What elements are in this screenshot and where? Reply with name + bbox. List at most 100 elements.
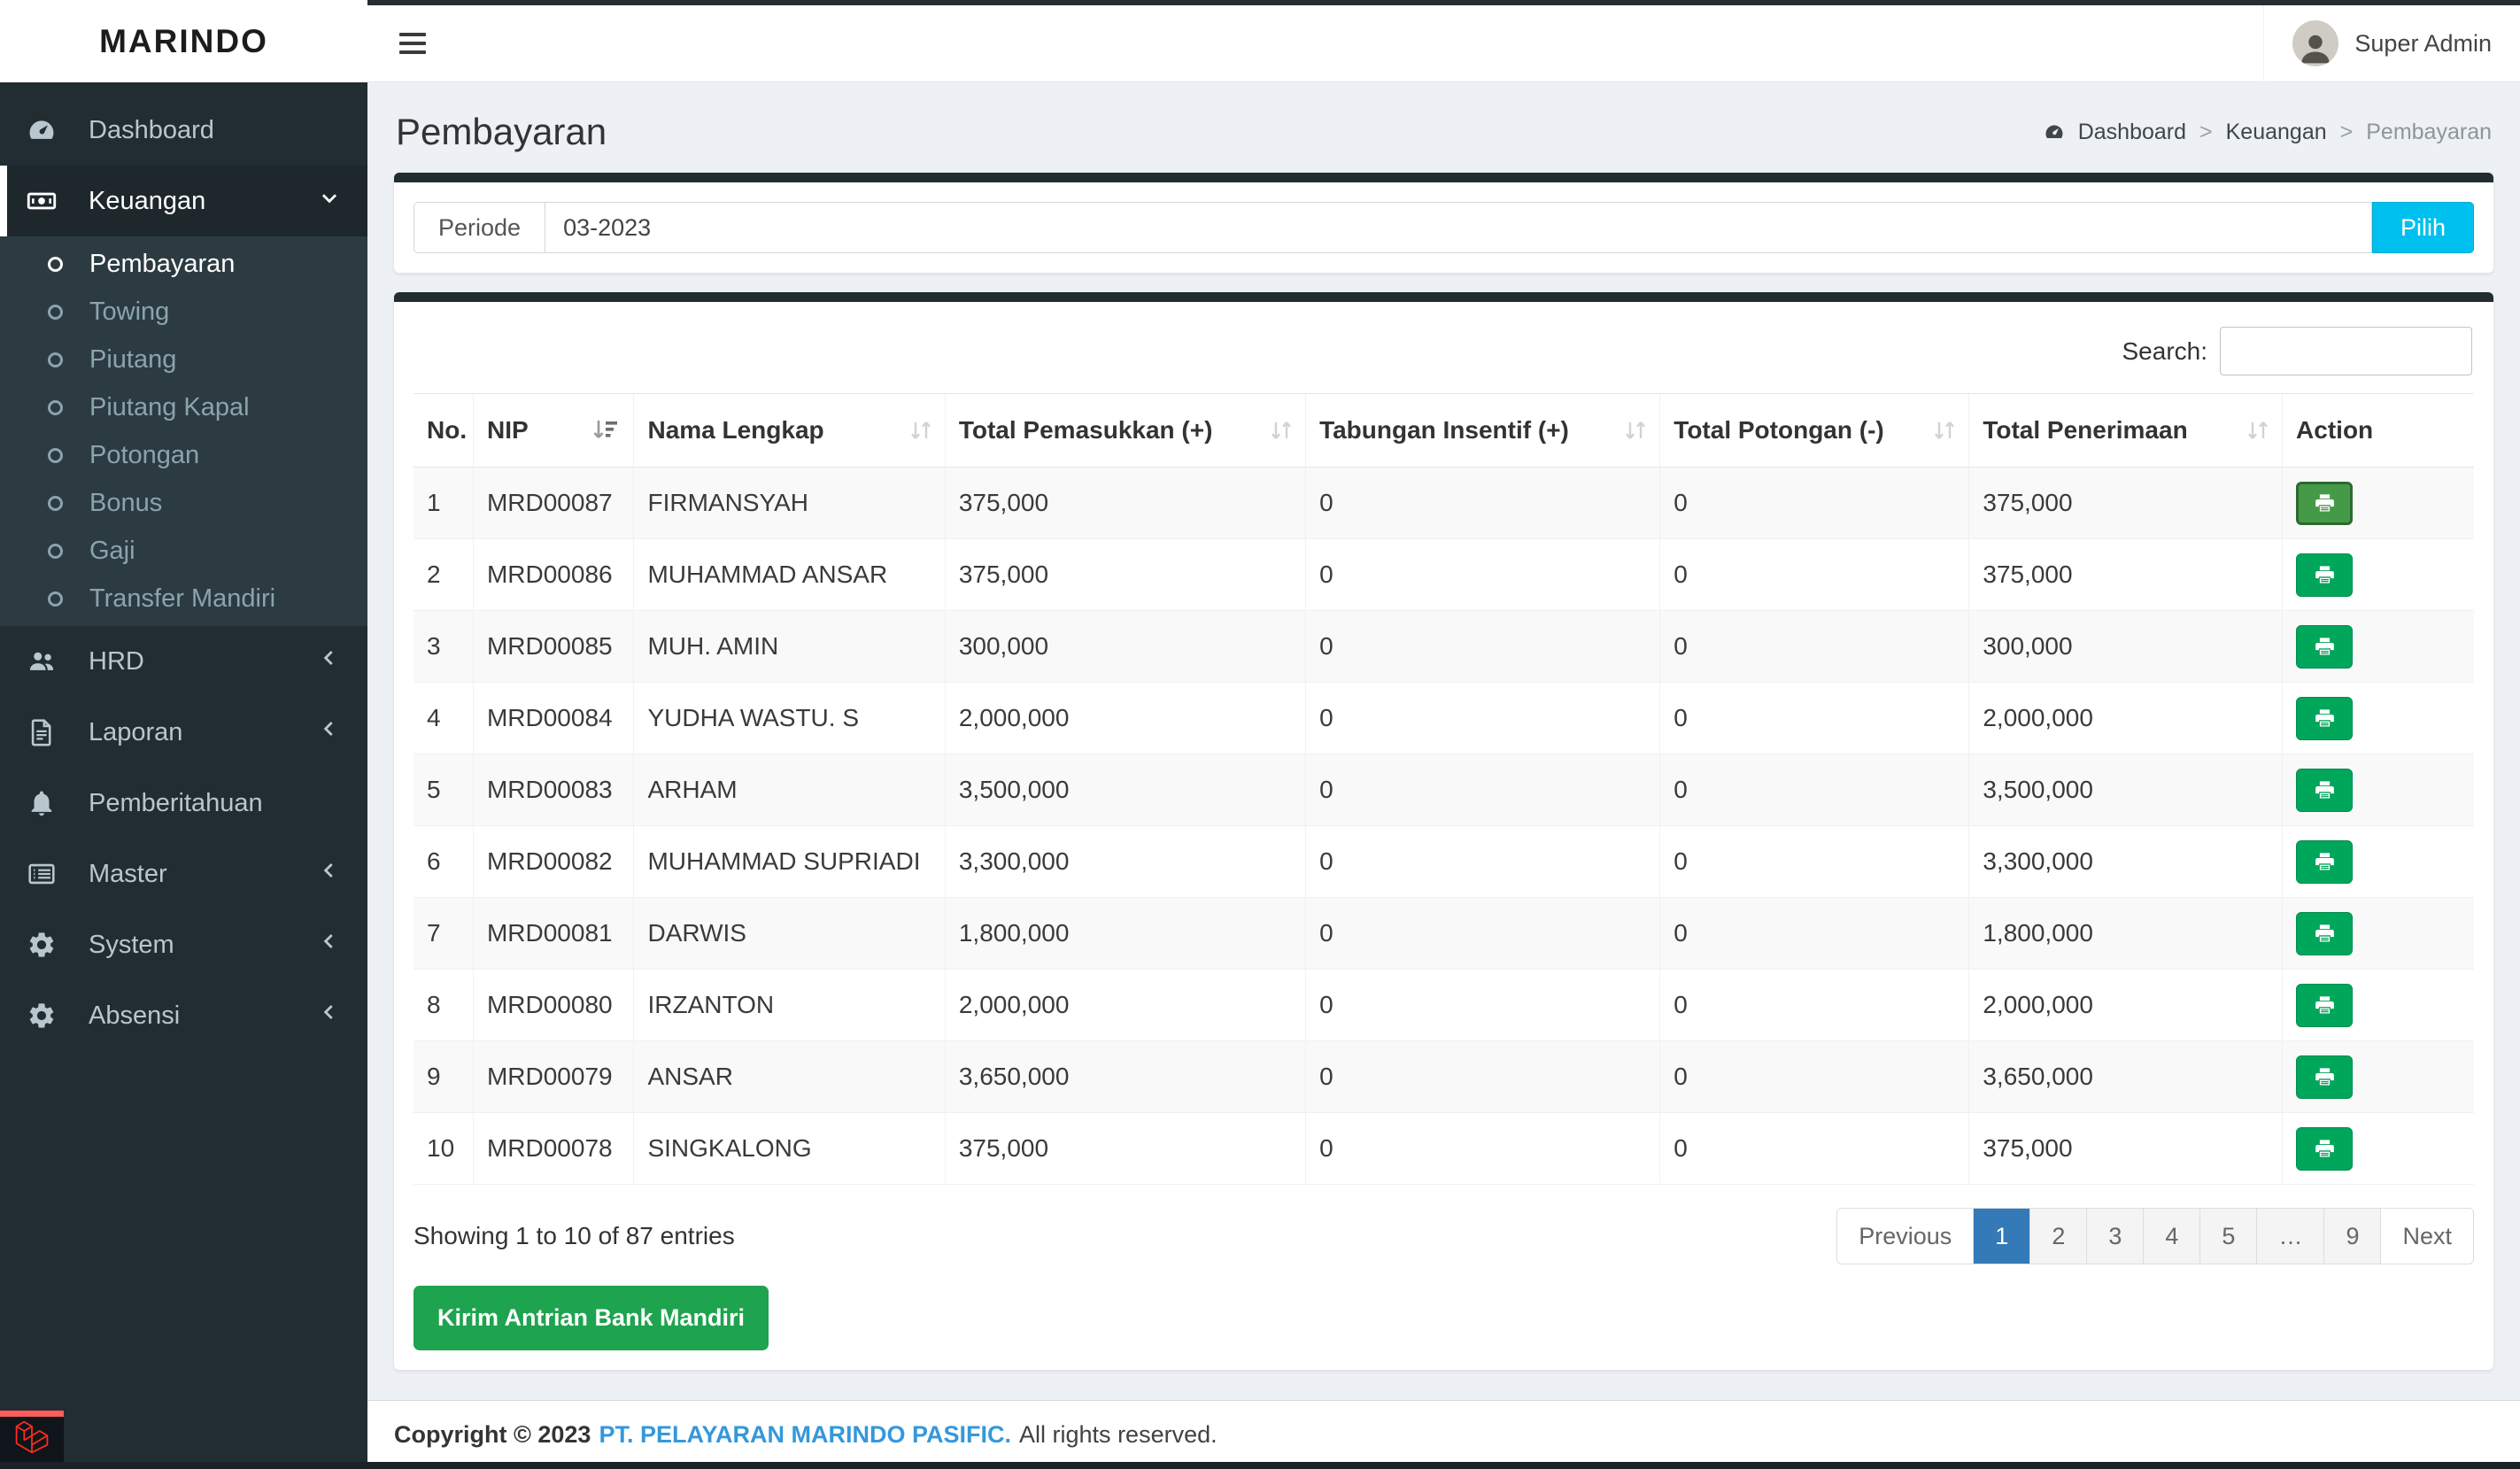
sidebar-item-pembayaran[interactable]: Pembayaran (0, 240, 367, 288)
circle-icon (48, 591, 63, 607)
print-button[interactable] (2296, 1055, 2354, 1099)
payments-table: No. NIP Nama Lengkap Total Pemasukkan (+… (414, 393, 2474, 1185)
periode-input[interactable] (545, 202, 2372, 253)
pagination-page-4[interactable]: 4 (2144, 1209, 2200, 1264)
pagination-page-2[interactable]: 2 (2030, 1209, 2087, 1264)
sidebar-menu: Dashboard Keuangan Pembayaran Towing Piu (0, 82, 367, 1051)
footer-company-link[interactable]: PT. PELAYARAN MARINDO PASIFIC. (599, 1421, 1011, 1449)
pagination-page-3[interactable]: 3 (2087, 1209, 2144, 1264)
breadcrumb-keuangan[interactable]: Keuangan (2226, 120, 2327, 145)
debugbar-toggle[interactable] (0, 1411, 64, 1462)
table-footer: Showing 1 to 10 of 87 entries Previous 1… (414, 1208, 2474, 1264)
print-button[interactable] (2296, 911, 2354, 955)
table-search: Search: (415, 327, 2472, 375)
breadcrumb-dashboard[interactable]: Dashboard (2078, 120, 2186, 145)
pagination-page-1[interactable]: 1 (1974, 1209, 2030, 1264)
sidebar-subitem-label: Towing (89, 297, 170, 326)
sort-both-icon (1268, 417, 1295, 444)
page-header: Pembayaran Dashboard > Keuangan > Pembay… (396, 111, 2492, 153)
users-icon (27, 646, 67, 677)
circle-icon (48, 447, 63, 463)
table-row: 7 MRD00081 DARWIS 1,800,000 0 0 1,800,00… (414, 897, 2474, 970)
table-row: 3 MRD00085 MUH. AMIN 300,000 0 0 300,000 (414, 610, 2474, 683)
breadcrumb-separator: > (2199, 119, 2213, 144)
column-header-nama[interactable]: Nama Lengkap (633, 393, 946, 468)
sidebar-item-label: Absensi (89, 1001, 181, 1030)
table-info: Showing 1 to 10 of 87 entries (414, 1222, 735, 1249)
column-header-tabungan[interactable]: Tabungan Insentif (+) (1305, 393, 1660, 468)
kirim-antrian-button[interactable]: Kirim Antrian Bank Mandiri (414, 1286, 769, 1350)
sidebar-item-label: Keuangan (89, 186, 206, 215)
table-row: 4 MRD00084 YUDHA WASTU. S 2,000,000 0 0 … (414, 682, 2474, 754)
brand-name: MARINDO (99, 22, 268, 59)
sidebar-item-potongan[interactable]: Potongan (0, 431, 367, 479)
tachometer-icon (27, 115, 67, 145)
sidebar-item-master[interactable]: Master (0, 839, 367, 909)
sidebar-item-towing[interactable]: Towing (0, 288, 367, 336)
table-row: 2 MRD00086 MUHAMMAD ANSAR 375,000 0 0 37… (414, 538, 2474, 611)
pagination-page-9[interactable]: 9 (2324, 1209, 2381, 1264)
sidebar-item-pemberitahuan[interactable]: Pemberitahuan (0, 768, 367, 839)
print-button[interactable] (2296, 983, 2354, 1027)
search-label: Search: (2122, 336, 2208, 365)
brand-logo[interactable]: MARINDO (0, 0, 367, 82)
sidebar-item-transfer-mandiri[interactable]: Transfer Mandiri (0, 575, 367, 622)
sidebar-item-dashboard[interactable]: Dashboard (0, 95, 367, 166)
column-header-pemasukkan[interactable]: Total Pemasukkan (+) (944, 393, 1306, 468)
sort-both-icon (908, 417, 934, 444)
circle-icon (48, 543, 63, 559)
sidebar-subitem-label: Piutang Kapal (89, 392, 250, 421)
sidebar-item-label: Master (89, 859, 167, 888)
sidebar-toggle-button[interactable] (367, 5, 458, 81)
print-button[interactable] (2296, 839, 2354, 884)
sidebar-item-label: Dashboard (89, 115, 214, 144)
pagination: Previous 1 2 3 4 5 … 9 Next (1836, 1208, 2474, 1264)
periode-label: Periode (414, 202, 545, 253)
sidebar-item-system[interactable]: System (0, 909, 367, 980)
sidebar-item-hrd[interactable]: HRD (0, 626, 367, 697)
breadcrumb: Dashboard > Keuangan > Pembayaran (2044, 120, 2492, 145)
print-button[interactable] (2296, 768, 2354, 812)
sidebar-item-label: HRD (89, 646, 144, 676)
chevron-left-icon (318, 1001, 341, 1031)
sidebar-item-laporan[interactable]: Laporan (0, 697, 367, 768)
sidebar-item-piutang[interactable]: Piutang (0, 336, 367, 383)
user-menu[interactable]: Super Admin (2263, 5, 2520, 81)
print-button[interactable] (2296, 553, 2354, 597)
column-header-penerimaan[interactable]: Total Penerimaan (1968, 393, 2283, 468)
sort-both-icon (1622, 417, 1649, 444)
sidebar-item-absensi[interactable]: Absensi (0, 980, 367, 1051)
footer: Copyright © 2023 PT. PELAYARAN MARINDO P… (367, 1400, 2520, 1469)
laravel-logo-icon (13, 1419, 50, 1459)
top-navbar: Super Admin (367, 0, 2520, 82)
bell-icon (27, 788, 67, 818)
sidebar-item-bonus[interactable]: Bonus (0, 479, 367, 527)
column-header-nip[interactable]: NIP (472, 393, 634, 468)
page-title: Pembayaran (396, 111, 607, 152)
table-row: 1 MRD00087 FIRMANSYAH 375,000 0 0 375,00… (414, 467, 2474, 539)
print-button[interactable] (2296, 696, 2354, 740)
circle-icon (48, 495, 63, 511)
pagination-previous[interactable]: Previous (1837, 1209, 1974, 1264)
footer-copyright: Copyright © 2023 (394, 1421, 591, 1448)
sidebar-item-gaji[interactable]: Gaji (0, 527, 367, 575)
pagination-page-5[interactable]: 5 (2200, 1209, 2257, 1264)
print-button[interactable] (2296, 624, 2354, 669)
column-header-potongan[interactable]: Total Potongan (-) (1659, 393, 1969, 468)
pilih-button[interactable]: Pilih (2371, 202, 2474, 253)
breadcrumb-current: Pembayaran (2366, 119, 2492, 144)
chevron-left-icon (318, 930, 341, 960)
sidebar-subitem-label: Transfer Mandiri (89, 584, 276, 613)
sidebar-item-piutang-kapal[interactable]: Piutang Kapal (0, 383, 367, 431)
sidebar-subitem-label: Gaji (89, 536, 135, 565)
table-header-row: No. NIP Nama Lengkap Total Pemasukkan (+… (414, 393, 2474, 468)
pagination-next[interactable]: Next (2381, 1209, 2473, 1264)
gear-icon (27, 930, 67, 960)
column-header-no: No. (414, 393, 474, 468)
user-name: Super Admin (2354, 29, 2492, 57)
print-button[interactable] (2296, 481, 2354, 525)
sidebar-item-keuangan[interactable]: Keuangan (0, 166, 367, 236)
print-button[interactable] (2296, 1126, 2354, 1171)
table-row: 10 MRD00078 SINGKALONG 375,000 0 0 375,0… (414, 1112, 2474, 1185)
search-input[interactable] (2220, 327, 2472, 375)
